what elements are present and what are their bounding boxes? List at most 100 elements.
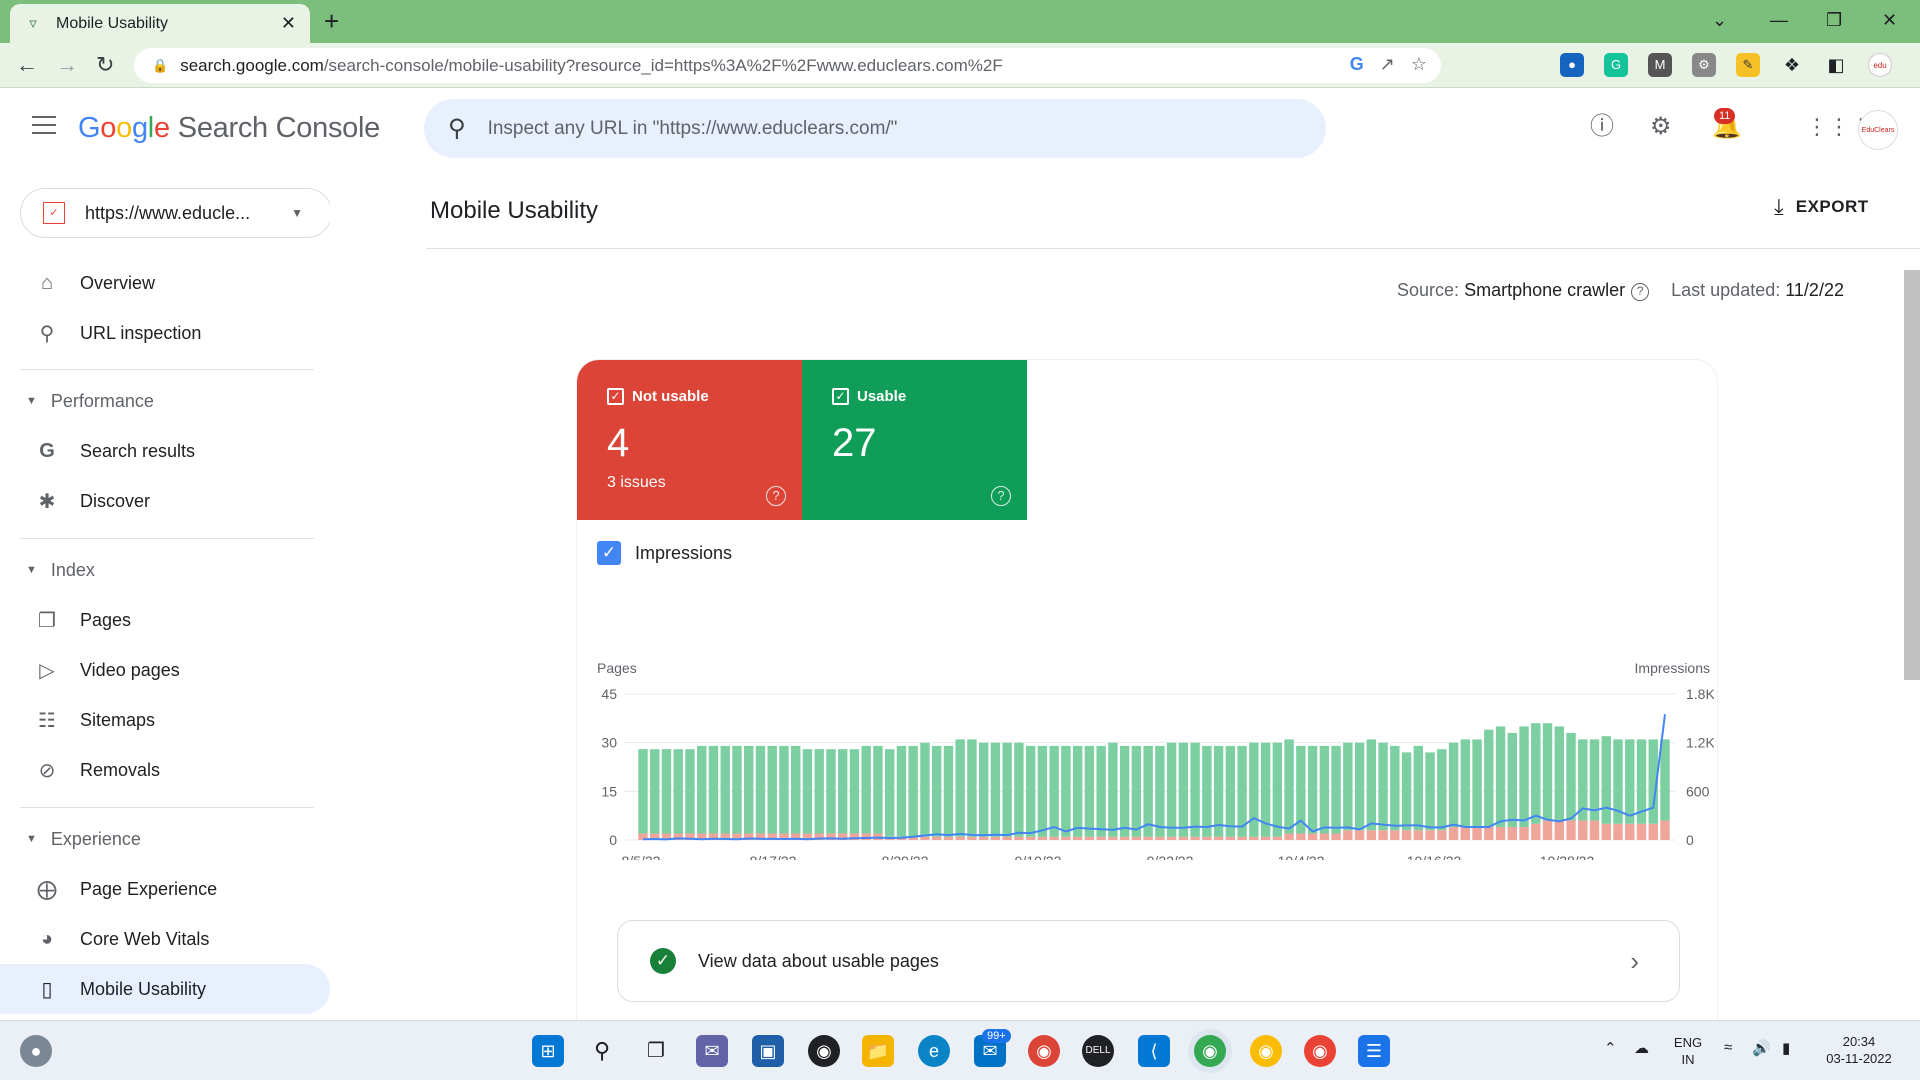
browser-menu-icon[interactable]: ⋮ (1912, 53, 1920, 77)
reload-icon[interactable]: ↻ (96, 51, 114, 79)
tab-search-chevron-icon[interactable]: ⌄ (1712, 6, 1727, 34)
usable-bar (1437, 749, 1447, 831)
widget-app-icon[interactable]: ▣ (752, 1035, 784, 1067)
dell-icon[interactable]: DELL (1082, 1035, 1114, 1067)
grammarly-icon[interactable]: G (1604, 53, 1628, 77)
help-icon[interactable]: ? (991, 486, 1011, 506)
sidebar-section-performance[interactable]: ▼ Performance (0, 381, 330, 421)
wifi-icon[interactable]: ≈ (1724, 1039, 1732, 1056)
file-explorer-icon[interactable]: 📁 (862, 1035, 894, 1067)
checkbox-checked-icon: ✓ (597, 541, 621, 565)
extensions-puzzle-icon[interactable]: ❖ (1780, 53, 1804, 77)
vscode-icon[interactable]: ⟨ (1138, 1035, 1170, 1067)
search-console-logo[interactable]: Google Search Console (78, 112, 380, 145)
impressions-checkbox[interactable]: ✓ Impressions (597, 541, 732, 565)
account-avatar[interactable]: EduClears (1858, 110, 1898, 150)
browser-tab[interactable]: ▿ Mobile Usability ✕ (10, 4, 310, 43)
usable-bar (849, 749, 860, 834)
profile-avatar-icon[interactable]: edu (1868, 53, 1892, 77)
export-button[interactable]: ⤓ EXPORT (1774, 194, 1869, 220)
usable-count: 27 (832, 421, 877, 465)
usable-bar (1366, 739, 1377, 831)
y2-tick-label: 1.2K (1686, 735, 1714, 751)
sidebar-item-sitemaps[interactable]: ☷ Sitemaps (0, 695, 330, 745)
sidebar-item-mobile-usability[interactable]: ▯ Mobile Usability (0, 964, 330, 1014)
sidebar-item-search-results[interactable]: G Search results (0, 426, 330, 476)
restore-icon[interactable]: ❐ (1826, 6, 1842, 34)
weather-widget-icon[interactable]: ● (20, 1035, 52, 1067)
sidebar-section-index[interactable]: ▼ Index (0, 550, 330, 590)
extension-m-icon[interactable]: M (1648, 53, 1672, 77)
sidebar-item-discover[interactable]: ✱ Discover (0, 476, 330, 526)
usable-bar (1660, 739, 1670, 821)
notification-badge: 11 (1714, 108, 1736, 124)
edge-browser-icon[interactable]: e (918, 1035, 950, 1067)
not-usable-bar (1143, 836, 1153, 840)
url-inspect-search[interactable]: ⚲ Inspect any URL in "https://www.educle… (424, 99, 1326, 158)
windows-taskbar: ● ⊞ ⚲ ❐ ✉ ▣ ◉ 📁 e ✉ 99+ ◉ DELL ⟨ ◉ ◉ ◉ ☰… (0, 1020, 1920, 1080)
clock[interactable]: 20:34 03-11-2022 (1814, 1033, 1904, 1067)
sidebar-section-experience[interactable]: ▼ Experience (0, 819, 330, 859)
google-lens-icon[interactable]: G (1350, 54, 1364, 75)
back-icon[interactable]: ← (16, 51, 38, 79)
usable-tile[interactable]: ✓ Usable 27 ? (802, 360, 1027, 520)
usable-bar (1025, 745, 1036, 837)
usable-bar (720, 745, 730, 834)
usable-bar (884, 749, 895, 837)
sidebar-item-page-experience[interactable]: ⨁ Page Experience (0, 864, 330, 914)
page-title: Mobile Usability (430, 197, 599, 224)
notepad-icon[interactable]: ☰ (1358, 1035, 1390, 1067)
chrome-profile-icon[interactable]: ◉ (1028, 1035, 1060, 1067)
sidebar-item-removals[interactable]: ⊘ Removals (0, 745, 330, 795)
teams-chat-icon[interactable]: ✉ (696, 1035, 728, 1067)
new-tab-button[interactable]: + (324, 6, 339, 36)
search-icon[interactable]: ⚲ (586, 1035, 618, 1067)
manage-users-icon[interactable]: ⚙ (1650, 112, 1672, 142)
volume-icon[interactable]: 🔊 (1752, 1039, 1771, 1057)
usable-bar (955, 739, 965, 837)
close-tab-icon[interactable]: ✕ (281, 13, 296, 34)
sidebar-item-pages[interactable]: ❐ Pages (0, 595, 330, 645)
usable-bar (1284, 739, 1294, 834)
usable-pages-link[interactable]: ✓ View data about usable pages › (617, 920, 1680, 1002)
sidebar-item-video-pages[interactable]: ▷ Video pages (0, 645, 330, 695)
x-tick-label: 9/10/22 (1015, 853, 1062, 860)
language-indicator[interactable]: ENG IN (1670, 1034, 1706, 1068)
start-windows-icon[interactable]: ⊞ (532, 1035, 564, 1067)
chrome-profile-2-icon[interactable]: ◉ (1250, 1035, 1282, 1067)
scrollbar-thumb[interactable] (1904, 270, 1920, 680)
not-usable-tile[interactable]: ✓ Not usable 4 3 issues ? (577, 360, 802, 520)
browser-tabstrip: ▿ Mobile Usability ✕ + ⌄ — ❐ ✕ (0, 0, 1920, 43)
chrome-profile-3-icon[interactable]: ◉ (1304, 1035, 1336, 1067)
tray-chevron-up-icon[interactable]: ⌃ (1604, 1039, 1617, 1057)
usable-bar (779, 745, 789, 834)
chrome-active-icon[interactable]: ◉ (1194, 1035, 1226, 1067)
close-window-icon[interactable]: ✕ (1882, 6, 1897, 34)
battery-icon[interactable]: ▮ (1782, 1039, 1790, 1057)
help-icon[interactable]: ? (766, 486, 786, 506)
address-bar[interactable]: 🔒 search.google.com/search-console/mobil… (134, 48, 1441, 83)
share-icon[interactable]: ↗ (1380, 54, 1395, 75)
forward-icon[interactable]: → (56, 51, 78, 79)
side-panel-icon[interactable]: ◧ (1824, 53, 1848, 77)
task-view-icon[interactable]: ❐ (640, 1035, 672, 1067)
sidebar-item-overview[interactable]: ⌂ Overview (0, 258, 330, 308)
extension-seo-icon[interactable]: ⚙ (1692, 53, 1716, 77)
property-selector[interactable]: ✓ https://www.educle... ▼ (20, 188, 332, 238)
usable-bar (1472, 739, 1482, 828)
extension-icon[interactable]: ● (1560, 53, 1584, 77)
checkbox-checked-icon: ✓ (832, 388, 849, 405)
onedrive-cloud-icon[interactable]: ☁ (1634, 1039, 1649, 1057)
sidebar-item-core-web-vitals[interactable]: ◕ Core Web Vitals (0, 914, 330, 964)
not-usable-bar (1507, 827, 1517, 840)
highlighter-icon[interactable]: ✎ (1736, 53, 1760, 77)
bookmark-star-icon[interactable]: ☆ (1411, 54, 1427, 75)
source-info: Source: Smartphone crawler? Last updated:… (1397, 280, 1844, 301)
github-icon[interactable]: ◉ (808, 1035, 840, 1067)
sidebar-item-url-inspection[interactable]: ⚲ URL inspection (0, 308, 330, 358)
source-help-icon[interactable]: ? (1631, 283, 1650, 301)
help-icon[interactable]: ⓘ (1590, 112, 1614, 142)
minimize-icon[interactable]: — (1770, 6, 1788, 34)
main-menu-icon[interactable] (32, 116, 56, 134)
usable-bar (1249, 742, 1259, 837)
